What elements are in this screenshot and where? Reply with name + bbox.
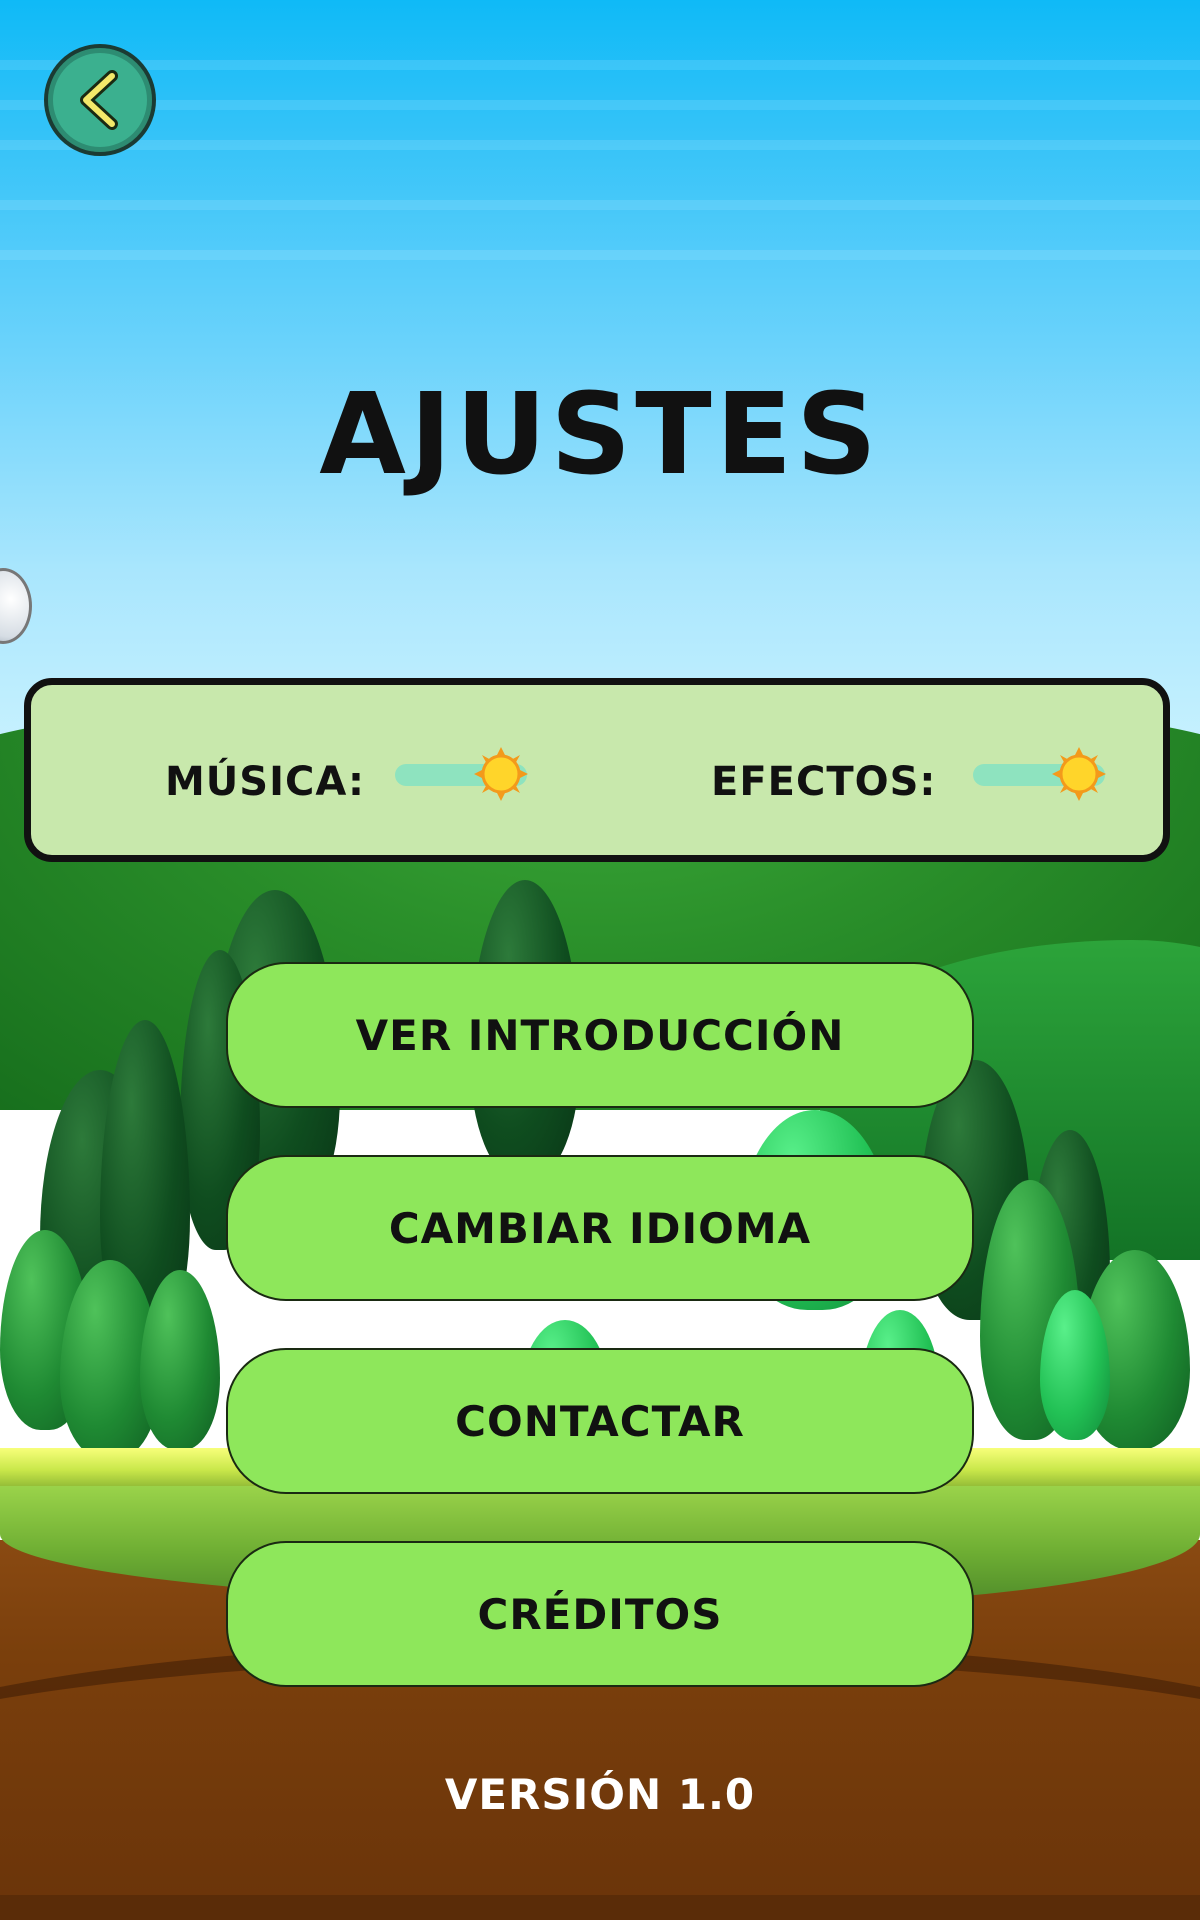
sun-icon[interactable] — [1051, 747, 1106, 801]
effects-label: EFECTOS: — [711, 759, 937, 805]
contact-button[interactable]: CONTACTAR — [226, 1348, 974, 1494]
change-language-button[interactable]: CAMBIAR IDIOMA — [226, 1155, 974, 1301]
version-label: VERSIÓN 1.0 — [444, 1770, 756, 1819]
chevron-left-icon — [80, 70, 118, 130]
view-intro-button[interactable]: VER INTRODUCCIÓN — [226, 962, 974, 1108]
credits-button[interactable]: CRÉDITOS — [226, 1541, 974, 1687]
sun-icon[interactable] — [473, 747, 528, 801]
music-label: MÚSICA: — [165, 759, 366, 805]
back-button[interactable] — [44, 44, 156, 156]
bottom-strip — [0, 1895, 1200, 1920]
page-title: AJUSTES — [319, 370, 881, 500]
audio-settings-panel: MÚSICA: EFECTOS: — [24, 678, 1170, 862]
